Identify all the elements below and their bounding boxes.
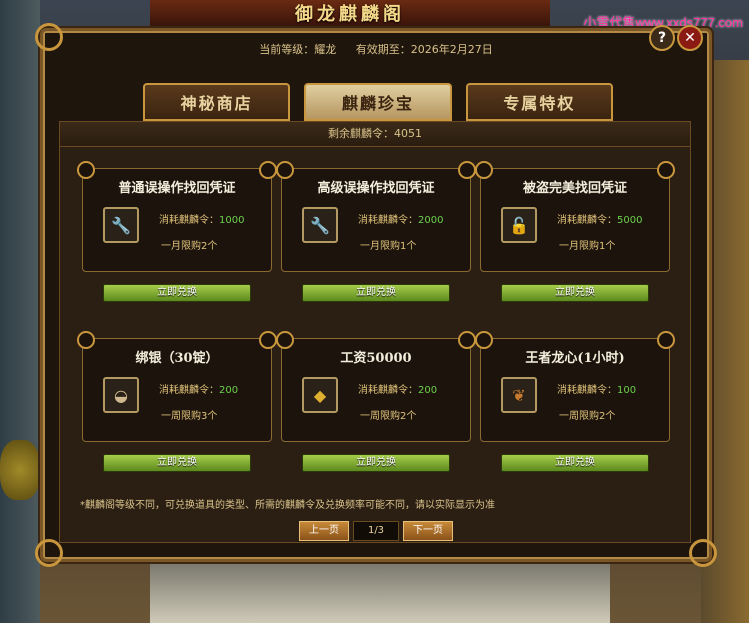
- corner-ornament: [689, 539, 717, 567]
- item-card: 被盗完美找回凭证 🔓 消耗麒麟令：5000 一月限购1个: [475, 161, 675, 272]
- redeem-button[interactable]: 立即兑换: [501, 284, 649, 302]
- redeem-button[interactable]: 立即兑换: [302, 454, 450, 472]
- item-title: 被盗完美找回凭证: [522, 181, 627, 196]
- banner-title: 御龙麒麟阁: [295, 4, 405, 25]
- gold-ingot-icon[interactable]: ◆: [302, 377, 338, 413]
- corner-ornament: [35, 539, 63, 567]
- pagination: 上一页 1/3 下一页: [299, 521, 453, 541]
- item-cost: 消耗麒麟令：1000: [159, 215, 245, 226]
- tab-bar: 神秘商店 麒麟珍宝 专属特权: [143, 83, 613, 121]
- wrench-icon[interactable]: 🔧: [103, 207, 139, 243]
- background-lantern: [0, 440, 40, 500]
- redeem-button[interactable]: 立即兑换: [501, 454, 649, 472]
- background-pillar-left: [0, 0, 40, 623]
- item-card: 普通误操作找回凭证 🔧 消耗麒麟令：1000 一月限购2个: [77, 161, 277, 272]
- redeem-button[interactable]: 立即兑换: [302, 284, 450, 302]
- page-indicator: 1/3: [353, 521, 399, 541]
- item-cost: 消耗麒麟令：5000: [557, 215, 643, 226]
- item-title: 高级误操作找回凭证: [317, 181, 435, 196]
- tab-mystery-shop[interactable]: 神秘商店: [143, 83, 291, 121]
- item-limit: 一周限购3个: [161, 411, 218, 422]
- item-cost: 消耗麒麟令：100: [557, 385, 637, 396]
- footnote: *麒麟阁等级不同，可兑换道具的类型、所需的麒麟令及兑换频率可能不同，请以实际显示…: [80, 500, 495, 511]
- item-card: 高级误操作找回凭证 🔧 消耗麒麟令：2000 一月限购1个: [276, 161, 476, 272]
- item-title: 普通误操作找回凭证: [118, 181, 236, 196]
- next-page-button[interactable]: 下一页: [403, 521, 453, 541]
- item-limit: 一月限购1个: [559, 241, 616, 252]
- redeem-button[interactable]: 立即兑换: [103, 284, 251, 302]
- dragon-heart-icon[interactable]: ❦: [501, 377, 537, 413]
- silver-ingot-icon[interactable]: ◒: [103, 377, 139, 413]
- item-cost: 消耗麒麟令：200: [159, 385, 239, 396]
- item-limit: 一月限购2个: [161, 241, 218, 252]
- item-card: 绑银（30锭） ◒ 消耗麒麟令：200 一周限购3个: [77, 331, 277, 442]
- expiry-date: 有效期至：2026年2月27日: [355, 43, 493, 56]
- item-title: 工资50000: [340, 351, 412, 366]
- item-card: 工资50000 ◆ 消耗麒麟令：200 一周限购2个: [276, 331, 476, 442]
- prev-page-button[interactable]: 上一页: [299, 521, 349, 541]
- item-cost: 消耗麒麟令：2000: [358, 215, 444, 226]
- redeem-button[interactable]: 立即兑换: [103, 454, 251, 472]
- tab-exclusive-privileges[interactable]: 专属特权: [465, 83, 613, 121]
- tab-qilin-treasure[interactable]: 麒麟珍宝: [304, 83, 452, 121]
- lock-icon[interactable]: 🔓: [501, 207, 537, 243]
- content-panel: 剩余麒麟令：4051 普通误操作找回凭证 🔧 消耗麒麟令：1000 一月限购2个…: [59, 121, 691, 543]
- item-title: 绑银（30锭）: [135, 351, 219, 366]
- remaining-tokens: 剩余麒麟令：4051: [60, 122, 690, 147]
- item-card: 王者龙心(1小时) ❦ 消耗麒麟令：100 一周限购2个: [475, 331, 675, 442]
- background-ground: [150, 553, 610, 623]
- current-level: 当前等级：耀龙: [259, 43, 337, 56]
- wrench-icon[interactable]: 🔧: [302, 207, 338, 243]
- item-limit: 一月限购1个: [360, 241, 417, 252]
- shop-window: ? ✕ 当前等级：耀龙 有效期至：2026年2月27日 神秘商店 麒麟珍宝 专属…: [35, 23, 717, 567]
- item-title: 王者龙心(1小时): [525, 351, 625, 366]
- item-cost: 消耗麒麟令：200: [358, 385, 438, 396]
- info-bar: 当前等级：耀龙 有效期至：2026年2月27日: [43, 41, 709, 57]
- top-banner: 御龙麒麟阁: [150, 0, 550, 28]
- item-limit: 一周限购2个: [360, 411, 417, 422]
- item-limit: 一周限购2个: [559, 411, 616, 422]
